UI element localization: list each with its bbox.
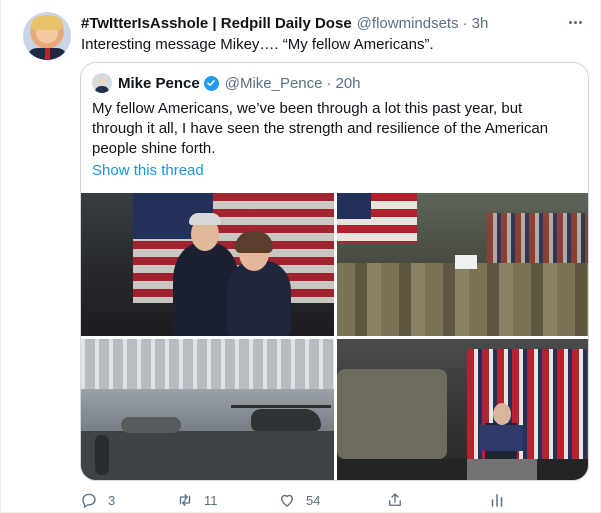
quoted-text: My fellow Americans, we’ve been through … <box>92 100 549 157</box>
tweet-timestamp[interactable]: 3h <box>472 15 489 32</box>
media-photo-3[interactable] <box>81 339 334 480</box>
tweet-card[interactable]: #TwItterIsAsshole | Redpill Daily Dose @… <box>0 0 601 513</box>
retweet-count: 11 <box>204 492 218 508</box>
share-icon <box>389 493 401 506</box>
reply-button[interactable]: 3 <box>80 488 115 512</box>
more-icon[interactable] <box>564 12 586 32</box>
quoted-display-name: Mike Pence <box>118 74 200 92</box>
tweet-text: Interesting message Mikey…. “My fellow A… <box>81 36 434 53</box>
media-grid <box>81 193 588 480</box>
verified-icon <box>203 75 219 91</box>
quoted-header: Mike Pence @Mike_Pence · 20h <box>92 73 361 93</box>
reply-count: 3 <box>108 492 116 508</box>
quoted-tweet[interactable]: Mike Pence @Mike_Pence · 20h My fellow A… <box>80 62 589 481</box>
show-thread-link[interactable]: Show this thread <box>92 161 204 181</box>
reply-icon <box>82 493 96 508</box>
quoted-separator-dot: · <box>326 74 332 92</box>
author-avatar[interactable] <box>23 12 71 60</box>
share-button[interactable] <box>386 488 404 512</box>
analytics-icon <box>491 494 503 507</box>
like-button[interactable]: 54 <box>278 488 320 512</box>
media-photo-4[interactable] <box>337 339 588 480</box>
separator-dot: · <box>462 14 468 32</box>
tweet-header: #TwItterIsAsshole | Redpill Daily Dose @… <box>81 13 572 33</box>
retweet-icon <box>179 494 191 506</box>
like-count: 54 <box>306 492 321 508</box>
retweet-button[interactable]: 11 <box>176 488 218 512</box>
media-photo-2[interactable] <box>337 193 588 336</box>
tweet-actions: 3 11 54 <box>80 488 520 512</box>
quoted-avatar <box>92 73 112 93</box>
like-icon <box>281 494 293 507</box>
analytics-button[interactable] <box>488 488 506 512</box>
quoted-handle: @Mike_Pence <box>224 74 323 92</box>
author-handle[interactable]: @flowmindsets <box>357 15 459 32</box>
quoted-timestamp: 20h <box>335 74 361 92</box>
author-display-name[interactable]: #TwItterIsAsshole | Redpill Daily Dose <box>81 15 352 32</box>
media-photo-1[interactable] <box>81 193 334 336</box>
